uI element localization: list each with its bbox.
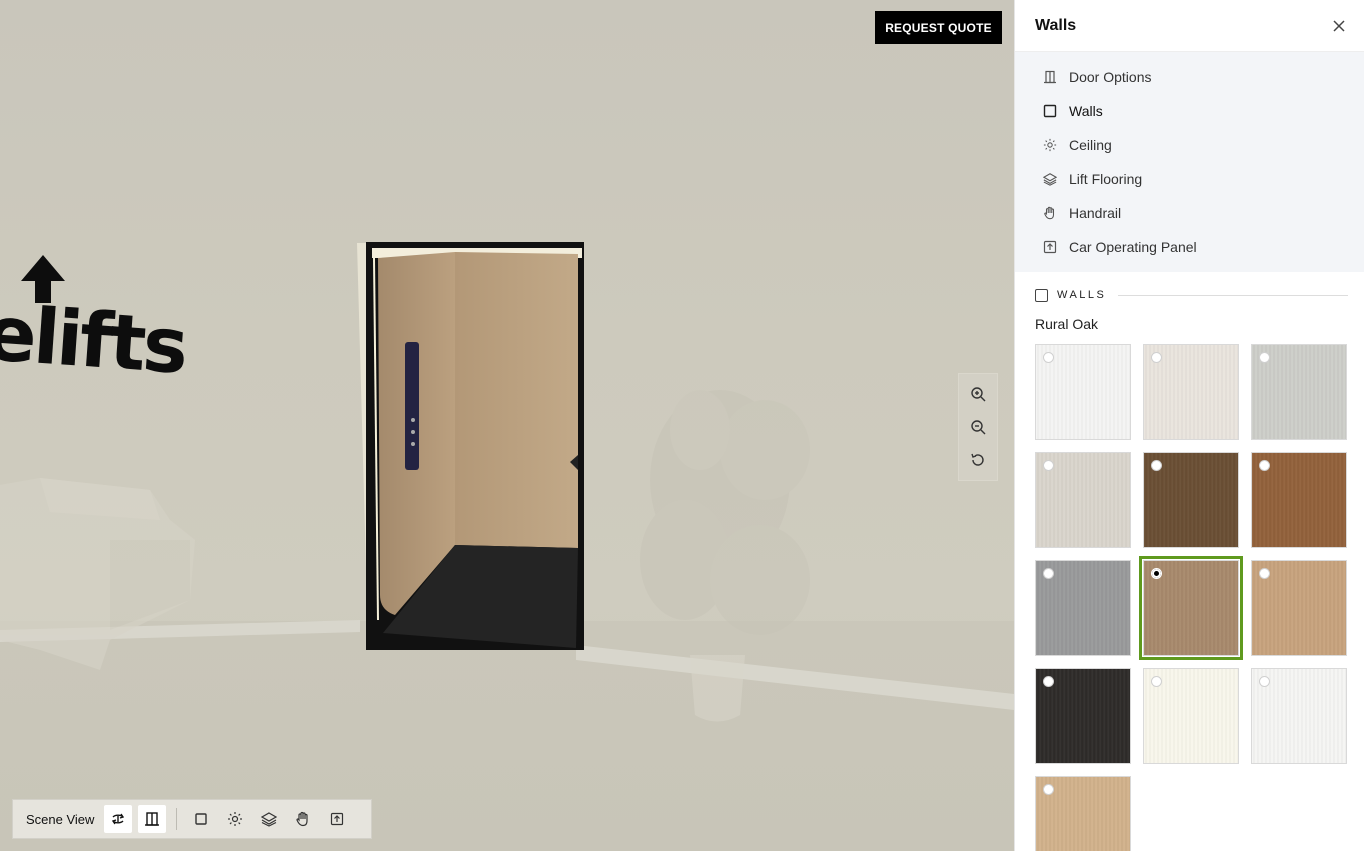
panel-title: Walls <box>1035 16 1077 34</box>
finish-swatch[interactable] <box>1139 556 1243 660</box>
walls-section: WALLS Rural Oak <box>1015 272 1364 851</box>
selected-finish-name: Rural Oak <box>1035 316 1099 332</box>
swatch-radio[interactable] <box>1151 568 1162 579</box>
scene-toolbar: Scene View <box>12 799 372 839</box>
swatch-radio[interactable] <box>1043 676 1054 687</box>
zoom-out-icon[interactable] <box>964 413 992 441</box>
square-icon <box>1035 288 1048 302</box>
finish-swatch[interactable] <box>1035 668 1131 764</box>
request-quote-button[interactable]: REQUEST QUOTE <box>875 11 1002 44</box>
finish-swatch[interactable] <box>1035 776 1131 851</box>
nav-item-label: Door Options <box>1069 69 1152 85</box>
panel-header: Walls <box>1015 0 1364 52</box>
hand-icon <box>1042 205 1058 221</box>
nav-item-label: Walls <box>1069 103 1103 119</box>
swatch-radio[interactable] <box>1043 460 1054 471</box>
nav-item-lift-flooring[interactable]: Lift Flooring <box>1015 162 1364 196</box>
finish-swatch[interactable] <box>1251 560 1347 656</box>
finish-swatch[interactable] <box>1251 452 1347 548</box>
panel-up-icon[interactable] <box>323 805 351 833</box>
close-icon[interactable] <box>1332 19 1346 33</box>
layers-icon <box>1042 171 1058 187</box>
finish-swatch[interactable] <box>1251 668 1347 764</box>
brand-logo: elifts <box>0 255 188 395</box>
finish-swatch[interactable] <box>1143 344 1239 440</box>
finish-swatch[interactable] <box>1143 452 1239 548</box>
nav-item-label: Lift Flooring <box>1069 171 1143 187</box>
ceiling-light-icon[interactable] <box>221 805 249 833</box>
rotate-view-icon[interactable] <box>104 805 133 833</box>
sun-icon <box>1042 137 1058 153</box>
nav-item-door-options[interactable]: Door Options <box>1015 60 1364 94</box>
upload-box-icon <box>1042 239 1058 255</box>
door-icon <box>1042 69 1058 85</box>
swatch-radio[interactable] <box>1259 676 1270 687</box>
finish-swatch[interactable] <box>1251 344 1347 440</box>
swatch-radio[interactable] <box>1151 460 1162 471</box>
nav-item-car-operating-panel[interactable]: Car Operating Panel <box>1015 230 1364 264</box>
swatch-radio[interactable] <box>1259 460 1270 471</box>
nav-item-handrail[interactable]: Handrail <box>1015 196 1364 230</box>
reset-view-icon[interactable] <box>964 446 992 474</box>
category-nav: Door Options Walls Ceiling Lift Flooring… <box>1015 52 1364 272</box>
nav-item-label: Handrail <box>1069 205 1122 221</box>
swatch-radio[interactable] <box>1151 352 1162 363</box>
nav-item-label: Car Operating Panel <box>1069 239 1197 255</box>
scene-viewport[interactable]: elifts REQUEST QUOTE Scene View <box>0 0 1014 851</box>
swatch-radio[interactable] <box>1151 676 1162 687</box>
section-divider <box>1118 294 1348 296</box>
customization-panel: Walls Door Options Walls Ceiling Lift Fl… <box>1014 0 1364 851</box>
section-label: WALLS <box>1057 289 1107 301</box>
scene-view-label: Scene View <box>26 811 95 827</box>
nav-item-label: Ceiling <box>1069 137 1112 153</box>
section-header: WALLS <box>1035 288 1348 302</box>
finish-swatch[interactable] <box>1035 344 1131 440</box>
zoom-controls <box>958 373 998 481</box>
sofa-shape <box>0 478 195 670</box>
swatch-radio[interactable] <box>1043 352 1054 363</box>
toolbar-divider <box>176 808 178 830</box>
swatch-radio[interactable] <box>1043 568 1054 579</box>
hand-icon[interactable] <box>289 805 317 833</box>
nav-item-ceiling[interactable]: Ceiling <box>1015 128 1364 162</box>
finish-swatch[interactable] <box>1035 560 1131 656</box>
nav-item-walls[interactable]: Walls <box>1015 94 1364 128</box>
swatch-radio[interactable] <box>1259 352 1270 363</box>
swatch-radio[interactable] <box>1043 784 1054 795</box>
room-illustration <box>0 242 1014 722</box>
swatch-grid <box>1035 344 1348 851</box>
door-view-icon[interactable] <box>138 805 167 833</box>
finish-swatch[interactable] <box>1143 668 1239 764</box>
finish-swatch[interactable] <box>1035 452 1131 548</box>
swatch-radio[interactable] <box>1259 568 1270 579</box>
layers-icon[interactable] <box>255 805 283 833</box>
square-icon <box>1042 103 1058 119</box>
zoom-in-icon[interactable] <box>964 380 992 408</box>
walls-icon[interactable] <box>187 805 215 833</box>
logo-text: elifts <box>0 288 189 391</box>
